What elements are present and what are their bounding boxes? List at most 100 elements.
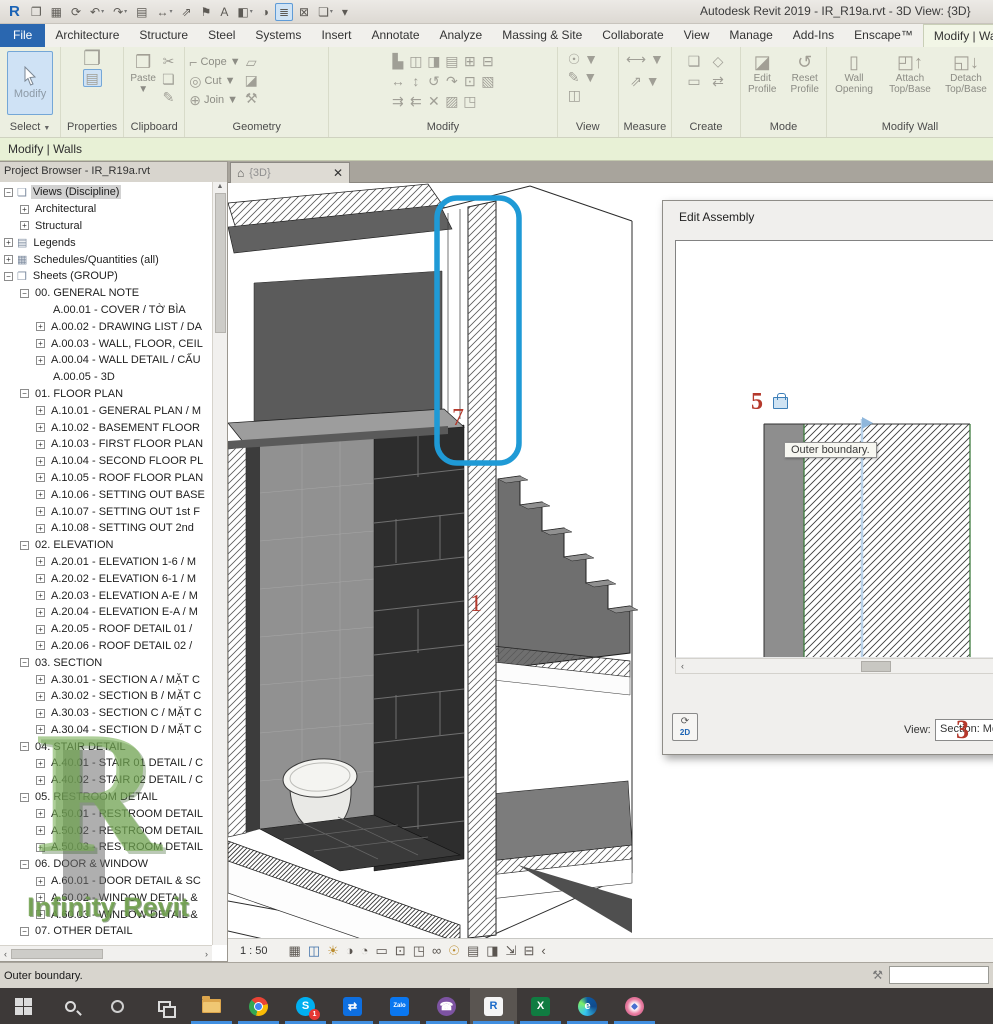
match-icon[interactable]: ✕ bbox=[428, 93, 440, 109]
tree-expander-icon[interactable]: + bbox=[36, 625, 45, 634]
taskbar-skype[interactable]: S1 bbox=[282, 988, 329, 1024]
print-icon[interactable]: ▤ bbox=[133, 4, 150, 20]
tag-icon[interactable]: ⚑ bbox=[198, 4, 215, 20]
tree-item[interactable]: −02. ELEVATION bbox=[0, 537, 212, 554]
detail-level-icon[interactable]: ▦ bbox=[289, 944, 301, 958]
view-tab-3d[interactable]: ⌂ {3D} ✕ bbox=[230, 162, 350, 183]
taskbar-start[interactable] bbox=[0, 988, 47, 1024]
dropdown-caret-icon[interactable]: ▾ bbox=[250, 5, 253, 19]
analytical-model-icon[interactable]: ◨ bbox=[486, 944, 498, 958]
tree-expander-icon[interactable]: + bbox=[36, 893, 45, 902]
taskbar-search[interactable] bbox=[47, 988, 94, 1024]
rendering-dialog-icon[interactable]: ◔ bbox=[361, 944, 369, 958]
tree-item[interactable]: +▦Schedules/Quantities (all) bbox=[0, 251, 212, 268]
tree-item[interactable]: +A.40.01 - STAIR 01 DETAIL / C bbox=[0, 755, 212, 772]
tree-item[interactable]: +A.30.03 - SECTION C / MẶT C bbox=[0, 705, 212, 722]
tab-steel[interactable]: Steel bbox=[198, 24, 245, 47]
taskbar-viber[interactable]: ☎ bbox=[423, 988, 470, 1024]
tree-item[interactable]: −05. RESTROOM DETAIL bbox=[0, 789, 212, 806]
tab-insert[interactable]: Insert bbox=[311, 24, 361, 47]
modify-button[interactable]: Modify bbox=[7, 51, 53, 115]
edit-assembly-dialog[interactable]: Edit Assembly Outer boundary. 5 ‹ ⟳ 2D V… bbox=[662, 200, 993, 755]
create-assembly-icon[interactable]: ◇ bbox=[713, 53, 724, 69]
tree-expander-icon[interactable]: + bbox=[20, 221, 29, 230]
tab-modify-walls[interactable]: Modify | Walls bbox=[923, 24, 993, 47]
tree-item[interactable]: −07. OTHER DETAIL bbox=[0, 923, 212, 940]
tree-expander-icon[interactable]: + bbox=[36, 557, 45, 566]
collapse-icon[interactable]: ‹ bbox=[541, 944, 545, 958]
customize-icon[interactable]: ▾ bbox=[339, 4, 351, 20]
array-icon[interactable]: ↷ bbox=[446, 73, 458, 89]
tree-item[interactable]: −03. SECTION bbox=[0, 654, 212, 671]
mirror-axis-icon[interactable]: ▤ bbox=[445, 53, 458, 69]
tab-enscape-[interactable]: Enscape™ bbox=[844, 24, 923, 47]
demolish-icon[interactable]: ⚒ bbox=[245, 90, 258, 106]
tree-item[interactable]: +A.20.05 - ROOF DETAIL 01 / bbox=[0, 621, 212, 638]
tab-structure[interactable]: Structure bbox=[129, 24, 198, 47]
tree-expander-icon[interactable]: + bbox=[20, 205, 29, 214]
measure-icon[interactable]: ⟷ ▼ bbox=[626, 51, 664, 67]
tree-expander-icon[interactable]: + bbox=[36, 910, 45, 919]
tab-analyze[interactable]: Analyze bbox=[430, 24, 493, 47]
create-group-icon[interactable]: ❑ bbox=[688, 53, 701, 69]
scrollbar-thumb[interactable] bbox=[215, 193, 226, 333]
tree-item[interactable]: +A.10.05 - ROOF FLOOR PLAN bbox=[0, 470, 212, 487]
default-3d-view-icon[interactable]: ◧▾ bbox=[234, 4, 255, 20]
tree-expander-icon[interactable]: + bbox=[36, 574, 45, 583]
tree-item[interactable]: −00. GENERAL NOTE bbox=[0, 285, 212, 302]
corner-icon[interactable]: ◳ bbox=[463, 93, 476, 109]
attach-top-base-button[interactable]: ◰↑ AttachTop/Base bbox=[887, 51, 933, 95]
tree-item[interactable]: +A.00.04 - WALL DETAIL / CẤU bbox=[0, 352, 212, 369]
tree-expander-icon[interactable]: + bbox=[36, 423, 45, 432]
tree-expander-icon[interactable]: + bbox=[36, 473, 45, 482]
tree-expander-icon[interactable]: + bbox=[36, 675, 45, 684]
panel-label-measure[interactable]: Measure bbox=[619, 120, 671, 137]
panel-label-modify-wall[interactable]: Modify Wall bbox=[827, 120, 993, 137]
create-parts-icon[interactable]: ▭ bbox=[687, 73, 700, 89]
taskbar-teamviewer[interactable]: ⇄ bbox=[329, 988, 376, 1024]
view-scale[interactable]: 1 : 50 bbox=[240, 945, 268, 957]
tab-manage[interactable]: Manage bbox=[719, 24, 782, 47]
tree-expander-icon[interactable]: − bbox=[20, 742, 29, 751]
tree-expander-icon[interactable]: + bbox=[36, 356, 45, 365]
visual-style-icon[interactable]: ◫ bbox=[308, 944, 320, 958]
tree-expander-icon[interactable]: + bbox=[36, 490, 45, 499]
revit-logo-icon[interactable]: R bbox=[4, 3, 25, 20]
close-view-icon[interactable]: ✕ bbox=[333, 166, 343, 180]
tree-item[interactable]: +A.20.02 - ELEVATION 6-1 / M bbox=[0, 570, 212, 587]
tab-systems[interactable]: Systems bbox=[245, 24, 311, 47]
extend-icon[interactable]: ▨ bbox=[445, 93, 458, 109]
cut-geometry-button[interactable]: ◎Cut▼ bbox=[189, 73, 240, 89]
dropdown-caret-icon[interactable]: ▾ bbox=[330, 5, 333, 19]
crop-view-icon[interactable]: ▭ bbox=[376, 944, 388, 958]
tree-item[interactable]: +A.50.03 - RESTROOM DETAIL bbox=[0, 839, 212, 856]
tree-expander-icon[interactable]: − bbox=[20, 658, 29, 667]
section-icon[interactable]: ◑ bbox=[259, 4, 272, 20]
properties-palette-icon[interactable]: ▤ bbox=[83, 69, 102, 87]
cope-button[interactable]: ⌐Cope▼ bbox=[189, 54, 240, 70]
properties-windows-icon[interactable]: ❐ bbox=[83, 51, 101, 67]
tree-expander-icon[interactable]: − bbox=[4, 188, 13, 197]
tree-item[interactable]: −01. FLOOR PLAN bbox=[0, 386, 212, 403]
tree-item[interactable]: +A.20.04 - ELEVATION E-A / M bbox=[0, 604, 212, 621]
copy-to-clipboard-icon[interactable]: ❏ bbox=[162, 71, 175, 87]
close-inactive-windows-icon[interactable]: ⊠ bbox=[296, 4, 312, 20]
temporary-view-properties-icon[interactable]: ▤ bbox=[467, 944, 479, 958]
tree-expander-icon[interactable]: + bbox=[4, 238, 13, 247]
browser-vertical-scrollbar[interactable]: ▲ bbox=[212, 182, 227, 945]
tree-expander-icon[interactable]: + bbox=[36, 725, 45, 734]
tree-expander-icon[interactable]: + bbox=[36, 457, 45, 466]
panel-label-clipboard[interactable]: Clipboard bbox=[124, 120, 184, 137]
wall-layer-structure[interactable] bbox=[804, 424, 970, 658]
reset-profile-button[interactable]: ↺ ResetProfile bbox=[787, 51, 822, 95]
taskbar-chrome[interactable] bbox=[235, 988, 282, 1024]
sun-path-icon[interactable]: ☀ bbox=[327, 944, 339, 958]
copy-icon[interactable]: ↕ bbox=[412, 73, 419, 89]
scrollbar-thumb[interactable] bbox=[861, 661, 891, 672]
tab-add-ins[interactable]: Add-Ins bbox=[783, 24, 844, 47]
taskbar-revit[interactable]: R bbox=[470, 988, 517, 1024]
tree-expander-icon[interactable]: − bbox=[20, 541, 29, 550]
tree-item[interactable]: +A.30.01 - SECTION A / MẶT C bbox=[0, 671, 212, 688]
taskbar-task-view[interactable] bbox=[141, 988, 188, 1024]
unpin-icon[interactable]: ⇉ bbox=[392, 93, 404, 109]
